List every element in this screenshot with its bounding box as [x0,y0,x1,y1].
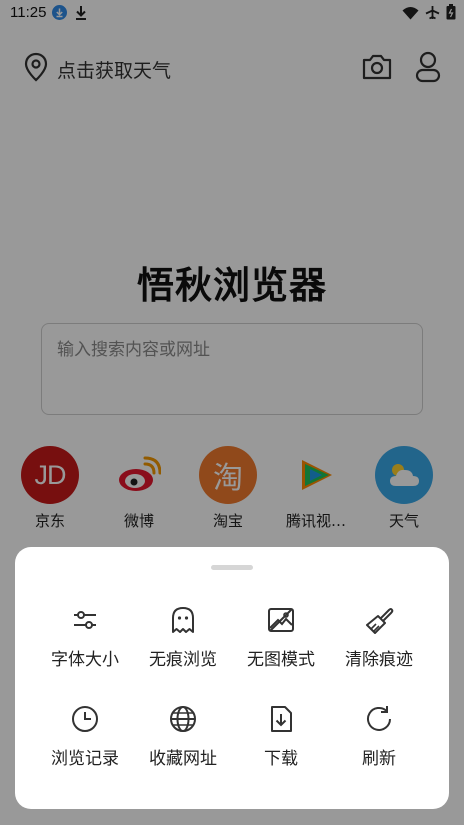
refresh-icon [367,706,391,731]
drag-handle[interactable] [211,565,253,570]
menu-item-clear-history[interactable]: 清除痕迹 [330,597,428,683]
menu-item-browsing-history[interactable]: 浏览记录 [36,696,134,782]
download-file-icon [271,706,292,732]
sliders-icon [74,611,96,629]
clock-icon [72,706,98,732]
bottom-sheet-menu: 字体大小 无痕浏览 无图模式 清除痕迹 浏览记录 收藏网址 下载 刷新 [15,547,449,809]
menu-item-incognito[interactable]: 无痕浏览 [134,597,232,683]
menu-label: 收藏网址 [149,749,217,769]
menu-item-font-size[interactable]: 字体大小 [36,597,134,683]
menu-label: 清除痕迹 [345,650,413,670]
brush-icon [366,608,394,634]
menu-label: 字体大小 [51,650,119,670]
menu-label: 下载 [264,749,298,769]
menu-label: 无图模式 [247,650,315,670]
menu-label: 无痕浏览 [149,650,217,670]
menu-label: 浏览记录 [51,749,119,769]
image-off-icon [268,608,294,632]
menu-item-refresh[interactable]: 刷新 [330,696,428,782]
globe-icon [170,706,196,732]
menu-label: 刷新 [362,749,396,769]
ghost-icon [172,607,194,633]
menu-item-no-image-mode[interactable]: 无图模式 [232,597,330,683]
menu-item-downloads[interactable]: 下载 [232,696,330,782]
browser-home-screen: 11:25 点击获取天气 悟秋浏览器 输入搜索内容或网址 JD 京东 微博 淘 … [0,0,464,825]
menu-item-bookmarks[interactable]: 收藏网址 [134,696,232,782]
